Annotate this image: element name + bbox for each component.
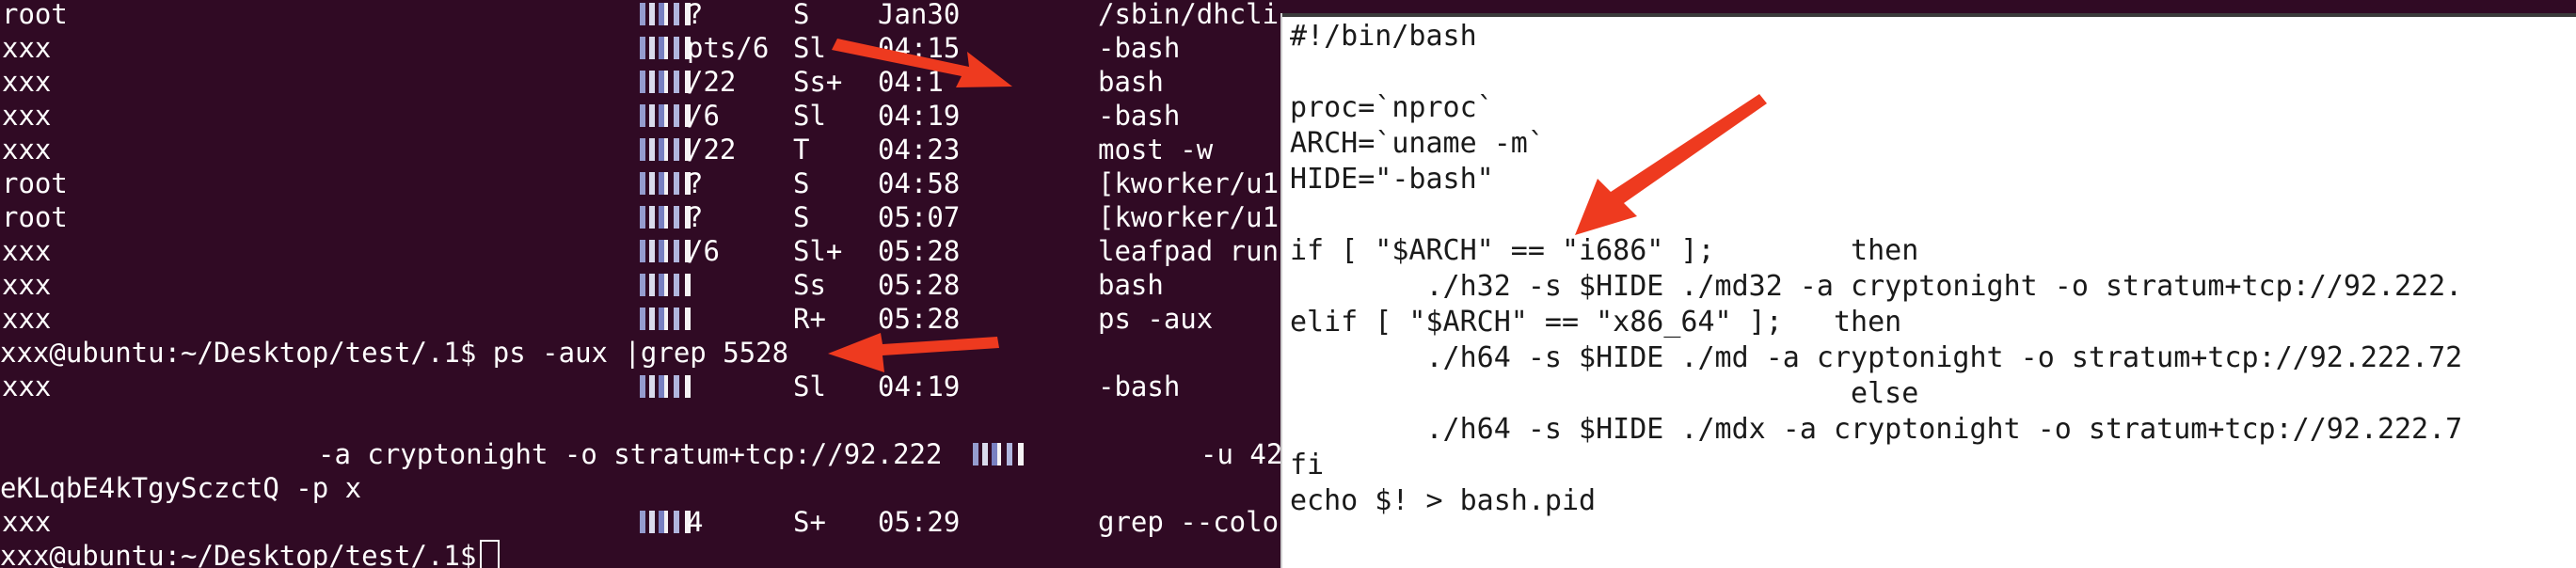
ps-cell-tty: 4 [687,506,704,538]
ps-cell-stat: Ss [793,269,826,301]
ps-cell-cmd: bash [1098,66,1164,98]
ps-cell-start: 05:28 [878,235,961,267]
ps-cell-start: 04:15 [878,32,961,64]
ps-cell-tty: ? [687,0,704,30]
ps-cell-user: xxx [2,371,52,402]
ps-cell-stat: S [793,0,810,30]
ps-cell-stat: Ss+ [793,66,843,98]
text-cursor[interactable] [480,540,501,568]
redacted-block [973,443,1189,465]
script-line: fi [1290,449,1325,481]
script-editor[interactable]: #!/bin/bash proc=`nproc` ARCH=`uname -m` HI… [1280,13,2576,568]
ps-cell-user: xxx [2,235,52,267]
ps-cell-tty: ? [687,201,704,233]
ps-cell-tty: /6 [687,100,720,132]
ps-cell-cmd: ps -aux [1098,303,1214,335]
command-prompt: xxx@ubuntu:~/Desktop/test/.1$ ps -aux |g… [0,337,789,369]
ps-cell-user: root [2,0,68,30]
ps-cell-start: Jan30 [878,0,961,30]
ps-cell-cmd: -bash [1098,32,1181,64]
ps-cell-start: 05:28 [878,303,961,335]
ps-cell-start: 04:19 [878,371,961,402]
ps-cell-stat: S [793,201,810,233]
script-line: elif [ "$ARCH" == "x86_64" ]; then [1290,306,1902,339]
redacted-block [640,274,696,296]
script-line: echo $! > bash.pid [1290,484,1597,517]
ps-cell-start: 04:23 [878,134,961,166]
script-line: HIDE="-bash" [1290,163,1494,196]
ps-cell-cmd: most -w [1098,134,1214,166]
ps-cell-tty: /22 [687,134,737,166]
ps-cell-user: xxx [2,32,52,64]
ps-cell-user: xxx [2,506,52,538]
script-line: ./h64 -s $HIDE ./mdx -a cryptonight -o s… [1290,413,2463,446]
ps-cell-stat: Sl [793,371,826,402]
ps-cell-stat: Sl [793,32,826,64]
ps-cell-stat: R+ [793,303,826,335]
ps-cell-user: root [2,201,68,233]
ps-cell-cmd: /sbin/dhcli [1098,0,1280,30]
script-line: ARCH=`uname -m` [1290,127,1545,160]
cmdline-text: -a cryptonight -o stratum+tcp://92.222 [318,438,943,470]
ps-cell-stat: Sl+ [793,235,843,267]
ps-cell-stat: S [793,167,810,199]
ps-cell-cmd: leafpad run [1098,235,1280,267]
script-line: proc=`nproc` [1290,91,1494,124]
ps-cell-user: xxx [2,303,52,335]
ps-cell-cmd: grep --colo [1098,506,1280,538]
command-prompt-active: xxx@ubuntu:~/Desktop/test/.1$ [0,539,501,568]
ps-cell-cmd: bash [1098,269,1164,301]
ps-cell-start: 04:19 [878,100,961,132]
ps-cell-tty: /6 [687,235,720,267]
ps-cell-stat: Sl [793,100,826,132]
ps-cell-start: 05:07 [878,201,961,233]
ps-cell-tty: /22 [687,66,737,98]
ps-cell-start: 05:28 [878,269,961,301]
redacted-block [640,375,696,398]
script-line: ./h64 -s $HIDE ./md -a cryptonight -o st… [1290,341,2463,374]
script-line: #!/bin/bash [1290,20,1477,53]
ps-cell-stat: S+ [793,506,826,538]
ps-cell-start: 04:58 [878,167,961,199]
ps-cell-cmd: -bash [1098,100,1181,132]
script-line: ./h32 -s $HIDE ./md32 -a cryptonight -o … [1290,270,2463,303]
prompt-text: xxx@ubuntu:~/Desktop/test/.1$ [0,540,477,568]
script-line: else [1290,377,1919,410]
ps-cell-cmd: [kworker/u1 [1098,201,1280,233]
process-cmdline-continued: eKLqbE4kTgySczctQ -p x [0,472,362,504]
ps-cell-cmd: [kworker/u1 [1098,167,1280,199]
redacted-block [640,308,696,330]
editor-top-border [1282,13,2576,17]
ps-cell-user: xxx [2,269,52,301]
ps-cell-stat: T [793,134,810,166]
terminal-window[interactable]: root49170.00.455324528?SJan300:00/sbin/d… [0,0,1280,568]
ps-cell-user: xxx [2,66,52,98]
ps-cell-tty: ? [687,167,704,199]
ps-cell-user: xxx [2,134,52,166]
ps-cell-user: root [2,167,68,199]
cmdline-user-arg: -u 42 [1201,438,1280,470]
ps-cell-start: 05:29 [878,506,961,538]
script-line: if [ "$ARCH" == "i686" ]; then [1290,234,1919,267]
ps-cell-tty: pts/6 [687,32,770,64]
ps-cell-start: 04:1 [878,66,944,98]
ps-cell-cmd: -bash [1098,371,1181,402]
ps-cell-user: xxx [2,100,52,132]
